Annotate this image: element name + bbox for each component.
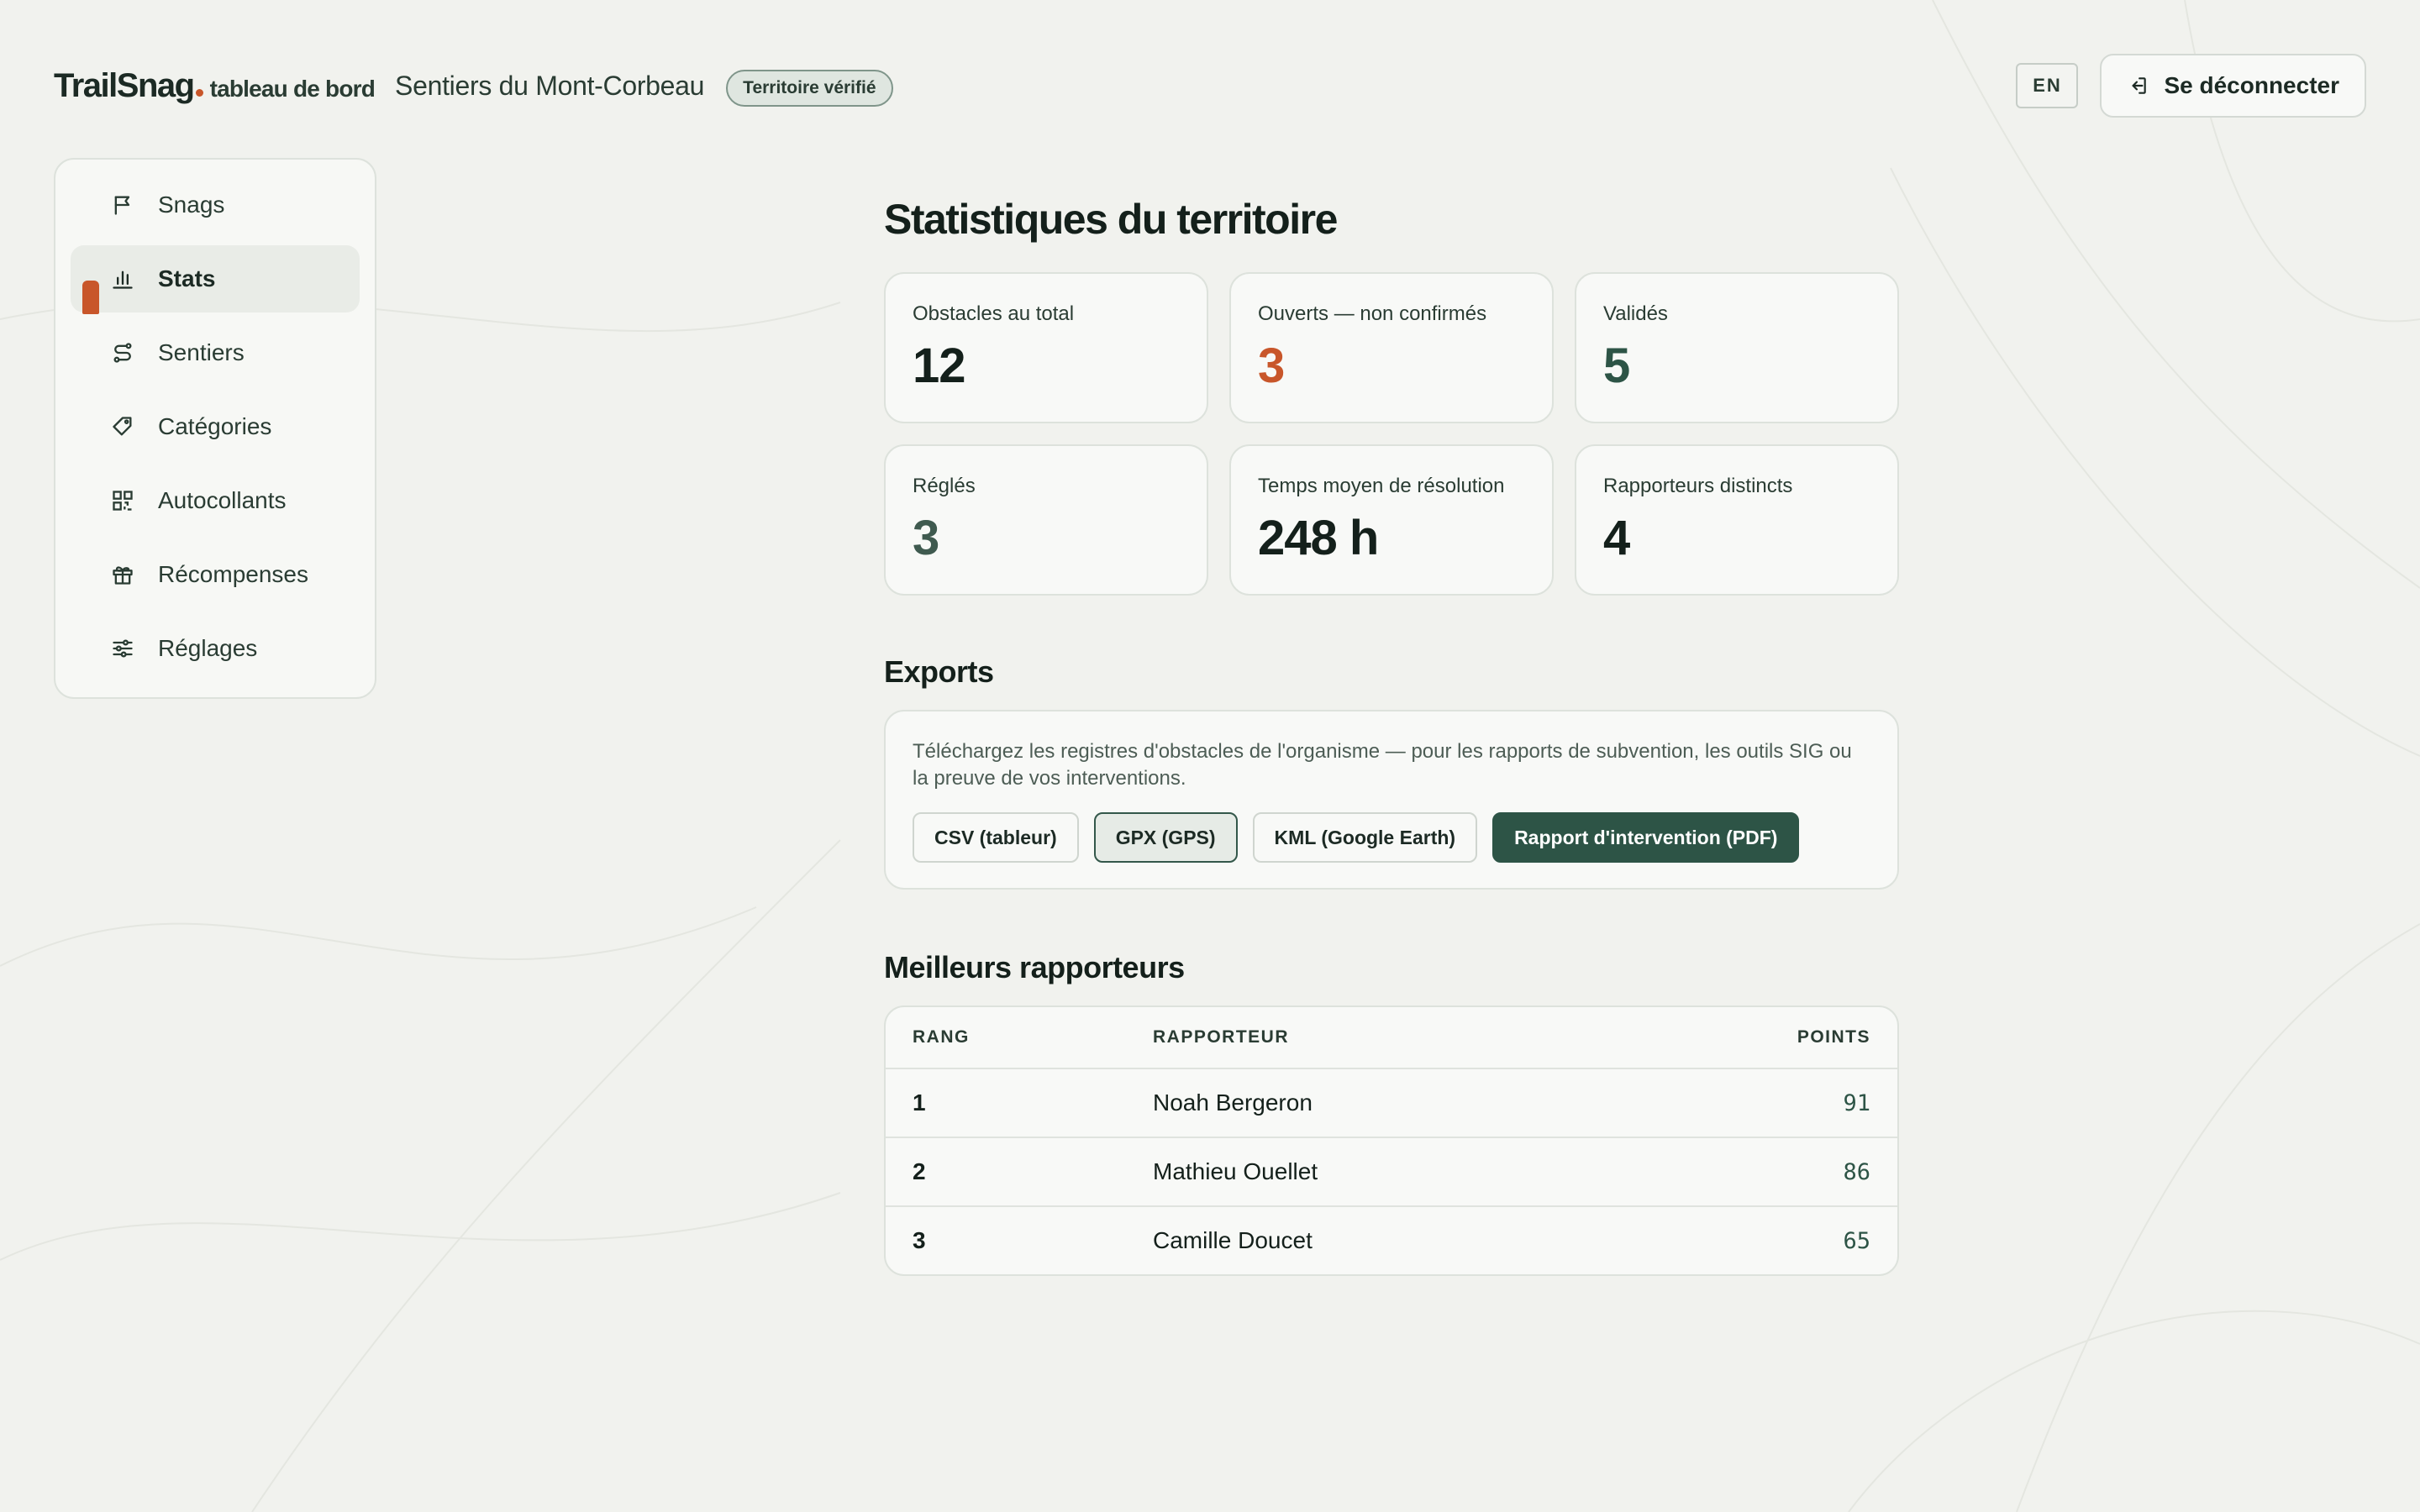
qr-code-icon [113, 491, 133, 511]
sidebar-item-stickers[interactable]: Autocollants [71, 467, 360, 534]
stat-value: 248 h [1258, 511, 1379, 565]
territory-name: Sentiers du Mont-Corbeau [395, 70, 705, 101]
points-cell: 65 [1843, 1227, 1870, 1254]
stat-label: Rapporteurs distincts [1603, 475, 1793, 497]
stats-grid: Obstacles au total 12 Ouverts — non conf… [884, 272, 1899, 596]
stat-card-validated: Validés 5 [1575, 272, 1899, 423]
main-content: Statistiques du territoire Obstacles au … [884, 195, 1899, 1276]
top-reporters-table: RANG RAPPORTEUR POINTS 1 Noah Bergeron 9… [884, 1005, 1899, 1276]
stat-card-open-unconfirmed: Ouverts — non confirmés 3 [1229, 272, 1554, 423]
sidebar-item-label: Réglages [158, 635, 258, 661]
sidebar-item-trails[interactable]: Sentiers [71, 319, 360, 386]
stat-label: Validés [1603, 302, 1668, 325]
stat-label: Ouverts — non confirmés [1258, 302, 1487, 325]
sidebar-item-settings[interactable]: Réglages [71, 615, 360, 682]
flag-icon [114, 196, 130, 215]
export-kml-button[interactable]: KML (Google Earth) [1252, 812, 1478, 863]
tag-icon [113, 417, 132, 436]
logout-button[interactable]: Se déconnecter [2100, 54, 2366, 118]
logout-icon [2132, 77, 2147, 94]
stat-card-average-resolution-time: Temps moyen de résolution 248 h [1229, 444, 1554, 596]
export-csv-button[interactable]: CSV (tableur) [913, 812, 1079, 863]
app-logo[interactable]: TrailSnag tableau de bord [54, 66, 376, 105]
stat-value: 12 [913, 339, 966, 393]
stat-card-distinct-reporters: Rapporteurs distincts 4 [1575, 444, 1899, 596]
page-title: Statistiques du territoire [884, 196, 1338, 243]
table-row: 2 Mathieu Ouellet 86 [886, 1137, 1897, 1205]
exports-card: Téléchargez les registres d'obstacles de… [884, 710, 1899, 890]
points-cell: 91 [1843, 1089, 1870, 1116]
sidebar: Snags Stats Sentiers Catégories Autocoll… [54, 158, 376, 699]
logo-dot-icon [195, 88, 203, 97]
column-header-reporter: RAPPORTEUR [1153, 1027, 1290, 1047]
active-indicator [82, 281, 99, 314]
sidebar-item-categories[interactable]: Catégories [71, 393, 360, 460]
sidebar-item-label: Autocollants [158, 487, 287, 513]
verified-badge: Territoire vérifié [726, 70, 893, 107]
top-reporters-title: Meilleurs rapporteurs [884, 950, 1185, 984]
sidebar-item-label: Snags [158, 192, 225, 218]
exports-title: Exports [884, 654, 994, 689]
table-header: RANG RAPPORTEUR POINTS [886, 1007, 1897, 1068]
stat-value: 3 [1258, 339, 1285, 393]
sidebar-item-stats[interactable]: Stats [71, 245, 360, 314]
exports-description: Téléchargez les registres d'obstacles de… [913, 740, 1852, 790]
stat-label: Obstacles au total [913, 302, 1075, 325]
bar-chart-icon [113, 270, 133, 289]
export-buttons: CSV (tableur) GPX (GPS) KML (Google Eart… [913, 812, 1870, 863]
sidebar-item-label: Sentiers [158, 339, 245, 365]
stat-value: 4 [1603, 511, 1630, 565]
stat-value: 3 [913, 511, 939, 565]
sliders-icon [113, 639, 133, 658]
stat-label: Temps moyen de résolution [1258, 475, 1505, 497]
sidebar-item-label: Récompenses [158, 561, 308, 587]
app-header: TrailSnag tableau de bord Sentiers du Mo… [54, 54, 2366, 118]
rank-cell: 2 [913, 1158, 926, 1184]
sidebar-item-rewards[interactable]: Récompenses [71, 541, 360, 608]
stat-label: Réglés [913, 475, 976, 497]
sidebar-item-snags[interactable]: Snags [71, 171, 360, 239]
logo-text: TrailSnag [54, 66, 195, 104]
reporter-name-cell: Noah Bergeron [1153, 1089, 1313, 1116]
reporter-name-cell: Camille Doucet [1153, 1227, 1313, 1253]
stat-value: 5 [1603, 339, 1630, 393]
stat-card-resolved: Réglés 3 [884, 444, 1208, 596]
route-icon [113, 343, 132, 363]
reporter-name-cell: Mathieu Ouellet [1153, 1158, 1318, 1184]
table-row: 3 Camille Doucet 65 [886, 1205, 1897, 1274]
gift-icon [113, 566, 133, 585]
export-pdf-report-button[interactable]: Rapport d'intervention (PDF) [1492, 812, 1800, 863]
logo-subtitle: tableau de bord [209, 75, 376, 102]
points-cell: 86 [1843, 1158, 1870, 1185]
logout-label: Se déconnecter [2164, 72, 2339, 98]
sidebar-item-label: Stats [158, 265, 216, 291]
header-actions: EN Se déconnecter [2016, 54, 2366, 118]
stat-card-total-obstacles: Obstacles au total 12 [884, 272, 1208, 423]
export-gpx-button[interactable]: GPX (GPS) [1093, 812, 1238, 863]
table-row: 1 Noah Bergeron 91 [886, 1068, 1897, 1137]
rank-cell: 3 [913, 1227, 926, 1253]
column-header-points: POINTS [1797, 1027, 1870, 1047]
language-toggle-button[interactable]: EN [2016, 63, 2079, 108]
column-header-rank: RANG [913, 1027, 970, 1047]
sidebar-item-label: Catégories [158, 413, 272, 439]
rank-cell: 1 [913, 1089, 926, 1116]
